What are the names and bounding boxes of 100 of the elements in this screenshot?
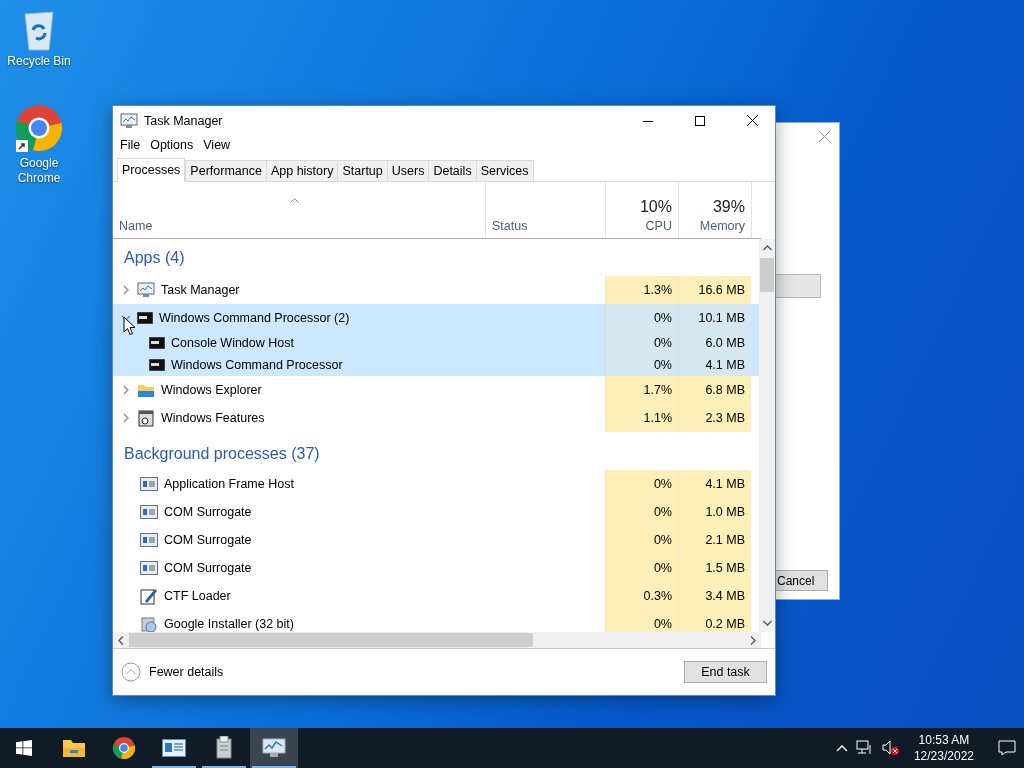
expand-chevron-icon[interactable] [121,285,131,295]
process-row[interactable]: Windows Command Processor (2) 0% 10.1 MB [113,304,760,332]
memory-cell: 10.1 MB [678,304,751,332]
monitor-chart-icon[interactable] [262,737,286,759]
scrollbar-thumb[interactable] [760,258,775,292]
browser-logo-icon[interactable] [112,736,136,760]
process-row[interactable]: Application Frame Host 0% 4.1 MB [113,470,760,498]
close-icon[interactable] [819,131,830,142]
desktop-icon-label[interactable]: Recycle Bin [2,54,76,69]
process-name: CTF Loader [164,589,231,603]
cpu-cell: 0.3% [605,582,678,610]
pen-paper-icon [140,587,158,605]
scroll-down-icon[interactable] [762,620,772,626]
console-icon [137,312,153,324]
column-header[interactable]: Status [492,219,528,233]
app-window-icon [140,477,158,491]
window-title: Task Manager [144,113,224,128]
process-name: Windows Explorer [161,383,262,397]
scroll-right-icon[interactable] [750,635,756,645]
tab[interactable]: Processes [117,158,186,182]
clock-time[interactable]: 10:53 AM [918,732,970,748]
scrollbar-thumb[interactable] [129,633,533,647]
tray-chevron-icon[interactable] [835,744,848,752]
cpu-cell: 1.3% [605,276,678,304]
tab[interactable]: Startup [337,160,388,181]
clock-date[interactable]: 12/23/2022 [913,748,974,764]
close-icon [746,115,758,126]
window-box-icon [137,409,155,427]
menu-item[interactable]: Options [147,138,201,152]
process-name: Windows Command Processor (2) [159,311,350,325]
running-indicator [202,766,246,768]
app-window-icon [140,533,158,547]
cpu-cell: 0% [605,610,678,632]
folder-icon[interactable] [62,738,86,758]
collapse-circle-icon[interactable] [121,662,141,682]
memory-cell: 2.1 MB [678,526,751,554]
memory-cell: 4.1 MB [678,470,751,498]
process-row[interactable]: CTF Loader 0.3% 3.4 MB [113,582,760,610]
speaker-muted-icon[interactable] [881,740,900,756]
process-row[interactable]: Windows Command Processor 0% 4.1 MB [113,354,760,376]
mouse-cursor-icon [123,316,136,336]
memory-cell: 6.8 MB [678,376,751,404]
desktop-icon-label[interactable]: Google Chrome [2,156,76,186]
tab[interactable]: Services [475,160,534,181]
process-name: Windows Features [161,411,265,425]
process-name: COM Surrogate [164,561,252,575]
process-row[interactable]: Windows Explorer 1.7% 6.8 MB [113,376,760,404]
menu-item[interactable]: File [117,138,148,152]
expand-chevron-icon[interactable] [121,413,131,423]
section-heading: Background processes (37) [123,445,321,463]
scroll-left-icon[interactable] [118,635,124,645]
running-indicator [152,766,196,768]
expand-chevron-icon[interactable] [121,385,131,395]
process-row[interactable]: Windows Features 1.1% 2.3 MB [113,404,760,432]
column-header[interactable]: CPU [645,219,672,233]
cancel-button[interactable]: Cancel [776,570,828,591]
input-field[interactable] [776,274,821,298]
tab[interactable]: Users [386,160,430,181]
memory-cell: 4.1 MB [678,354,751,376]
scroll-up-icon[interactable] [762,245,772,251]
menu-item[interactable]: View [200,138,238,152]
notification-icon[interactable] [998,740,1016,756]
folder-icon [137,382,155,398]
windows-logo-icon[interactable] [16,740,32,756]
process-row[interactable]: Google Installer (32 bit) 0% 0.2 MB [113,610,760,632]
id-card-icon[interactable] [162,739,186,757]
tab[interactable]: App history [265,160,339,181]
column-header[interactable]: Memory [699,219,745,233]
vertical-scrollbar[interactable] [759,239,775,632]
memory-total: 39% [712,198,745,216]
cpu-cell: 0% [605,554,678,582]
horizontal-scrollbar[interactable] [113,632,761,648]
browser-shortcut-icon[interactable] [14,104,64,154]
process-row[interactable]: COM Surrogate 0% 1.5 MB [113,554,760,582]
end-task-button[interactable]: End task [684,661,767,683]
sort-caret-icon [290,197,299,203]
fewer-details-link[interactable]: Fewer details [149,665,676,679]
memory-cell: 2.3 MB [678,404,751,432]
console-icon [149,337,165,349]
process-row[interactable]: Task Manager 1.3% 16.6 MB [113,276,760,304]
cpu-total: 10% [639,198,672,216]
cpu-cell: 0% [605,470,678,498]
process-name: Application Frame Host [164,477,294,491]
maximize-icon [695,115,705,126]
process-row[interactable]: Console Window Host 0% 6.0 MB [113,332,760,354]
cpu-cell: 0% [605,304,678,332]
tab[interactable]: Performance [185,160,267,181]
column-header[interactable]: Name [119,219,153,233]
process-row[interactable]: COM Surrogate 0% 1.0 MB [113,498,760,526]
monitor-chart-icon [137,282,155,298]
memory-cell: 16.6 MB [678,276,751,304]
tab[interactable]: Details [428,160,477,181]
cpu-cell: 0% [605,526,678,554]
network-icon[interactable] [855,740,874,756]
process-name: Windows Command Processor [171,358,343,372]
memory-cell: 6.0 MB [678,332,751,354]
process-row[interactable]: COM Surrogate 0% 2.1 MB [113,526,760,554]
memory-cell: 0.2 MB [678,610,751,632]
memory-cell: 1.0 MB [678,498,751,526]
process-name: COM Surrogate [164,505,252,519]
